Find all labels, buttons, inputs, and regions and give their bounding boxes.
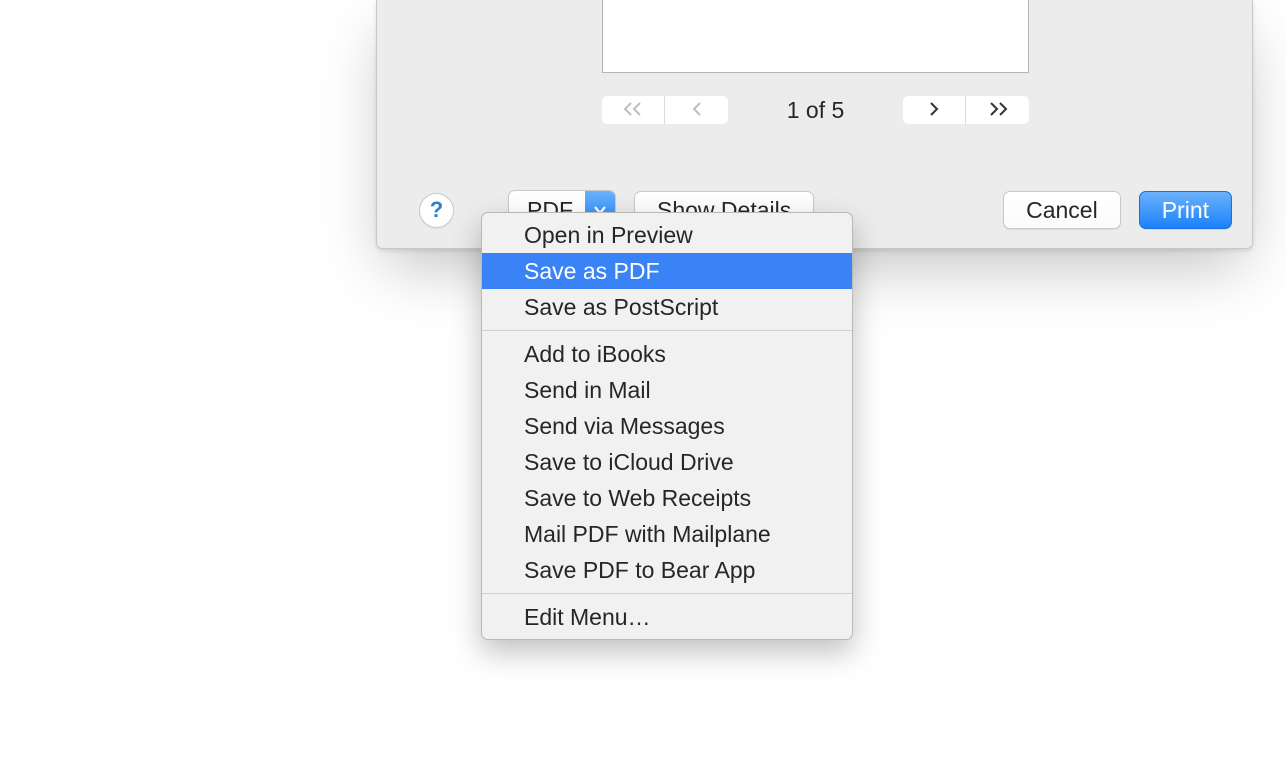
page-navigator: 1 of 5 xyxy=(602,95,1029,125)
last-page-button[interactable] xyxy=(966,96,1029,124)
chevron-right-icon xyxy=(926,101,942,120)
help-button[interactable]: ? xyxy=(419,193,454,228)
chevron-double-left-icon xyxy=(621,101,645,120)
menu-item[interactable]: Open in Preview xyxy=(482,217,852,253)
menu-separator xyxy=(482,593,852,594)
pdf-dropdown-menu[interactable]: Open in PreviewSave as PDFSave as PostSc… xyxy=(481,212,853,640)
menu-item[interactable]: Mail PDF with Mailplane xyxy=(482,516,852,552)
page-back-group xyxy=(602,96,728,124)
menu-item[interactable]: Save as PDF xyxy=(482,253,852,289)
prev-page-button[interactable] xyxy=(665,96,728,124)
menu-item[interactable]: Save as PostScript xyxy=(482,289,852,325)
menu-item[interactable]: Send in Mail xyxy=(482,372,852,408)
first-page-button[interactable] xyxy=(602,96,665,124)
menu-item[interactable]: Add to iBooks xyxy=(482,336,852,372)
print-button[interactable]: Print xyxy=(1139,191,1232,229)
menu-item[interactable]: Edit Menu… xyxy=(482,599,852,635)
next-page-button[interactable] xyxy=(903,96,966,124)
page-forward-group xyxy=(903,96,1029,124)
chevron-double-right-icon xyxy=(986,101,1010,120)
menu-item[interactable]: Send via Messages xyxy=(482,408,852,444)
menu-item[interactable]: Save to Web Receipts xyxy=(482,480,852,516)
chevron-left-icon xyxy=(689,101,705,120)
menu-item[interactable]: Save PDF to Bear App xyxy=(482,552,852,588)
menu-item[interactable]: Save to iCloud Drive xyxy=(482,444,852,480)
page-count-label: 1 of 5 xyxy=(728,97,903,124)
menu-separator xyxy=(482,330,852,331)
print-preview-page xyxy=(602,0,1029,73)
help-icon: ? xyxy=(430,197,443,223)
cancel-button[interactable]: Cancel xyxy=(1003,191,1121,229)
